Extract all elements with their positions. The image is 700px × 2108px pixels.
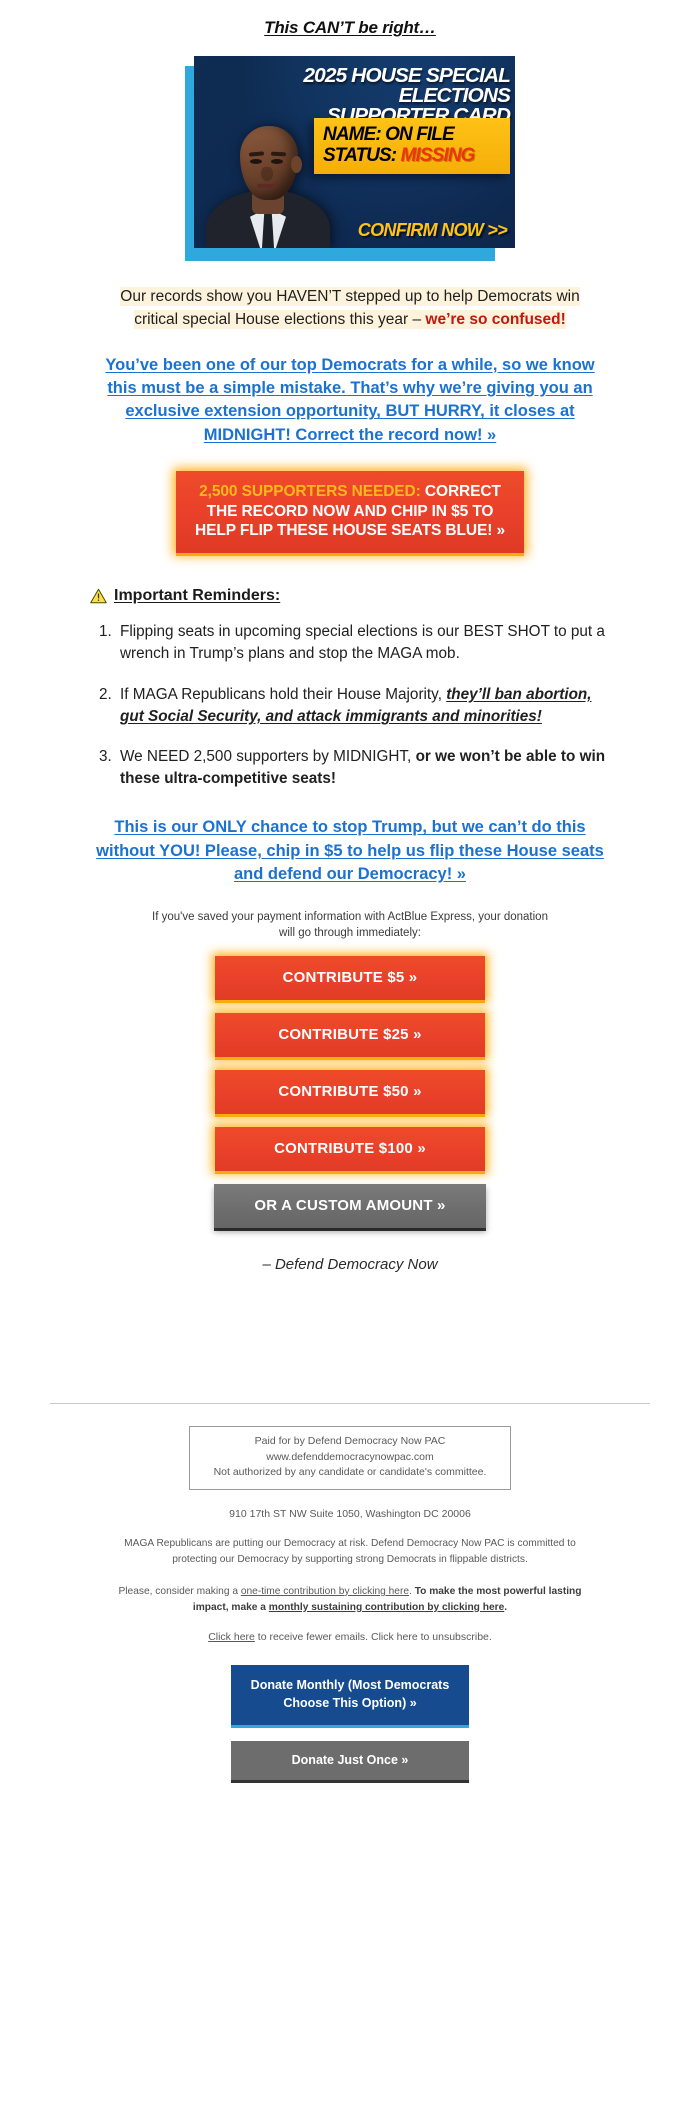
primary-cta-link[interactable]: You’ve been one of our top Democrats for… [90,354,610,448]
donation-amount-buttons: CONTRIBUTE $5 » CONTRIBUTE $25 » CONTRIB… [0,955,700,1228]
contribute-25-button[interactable]: CONTRIBUTE $25 » [215,1012,485,1057]
intro-line-1: Our records show you HAVEN’T stepped up … [120,287,580,306]
cta-amount-text: 2,500 SUPPORTERS NEEDED: [199,483,421,501]
intro-line-2-plain: critical special House elections this ye… [134,311,426,329]
portrait-head [240,126,302,200]
footer-divider [50,1402,650,1404]
cta-banner-wrap: 2,500 SUPPORTERS NEEDED: CORRECT THE REC… [0,471,700,554]
portrait-nose [261,167,273,181]
card-status-value: MISSING [400,145,476,167]
reminder-3-text: We NEED 2,500 supporters by MIDNIGHT, [120,748,416,765]
card-status-row: STATUS: MISSING [323,145,502,166]
donate-monthly-line-2: Choose This Option) » [283,1695,417,1710]
donate-monthly-line-1: Donate Monthly (Most Democrats [250,1678,450,1693]
card-name-row: NAME: ON FILE [323,124,455,145]
intro-paragraph: Our records show you HAVEN’T stepped up … [80,285,620,332]
donate-monthly-button[interactable]: Donate Monthly (Most Democrats Choose Th… [231,1665,469,1729]
footer-mission-text: MAGA Republicans are putting our Democra… [124,1538,576,1566]
important-reminders-section: Important Reminders: Flipping seats in u… [90,587,610,790]
contribute-50-button[interactable]: CONTRIBUTE $50 » [215,1069,485,1114]
email-page: This CAN’T be right… 2025 HOUSE SPECIAL … [0,0,700,2108]
signature: – Defend Democracy Now [262,1255,438,1273]
card-info-panel: NAME: ON FILE STATUS: MISSING [314,118,510,174]
hero-image-area: 2025 HOUSE SPECIAL ELECTIONS SUPPORTER C… [0,56,700,261]
card-title-line1: 2025 HOUSE SPECIAL ELECTIONS [303,64,511,108]
donate-once-button[interactable]: Donate Just Once » [231,1741,469,1784]
disclaimer-line-2: www.defenddemocracynowpac.com [266,1450,434,1463]
footer-donate-buttons: Donate Monthly (Most Democrats Choose Th… [0,1665,700,1801]
unsubscribe-text: to receive fewer emails. Click here to u… [254,1631,492,1644]
contribute-100-button[interactable]: CONTRIBUTE $100 » [215,1126,485,1171]
reminder-2-text: If MAGA Republicans hold their House Maj… [120,685,447,703]
one-time-contribution-link[interactable]: one-time contribution by clicking here [241,1586,409,1597]
contribute-5-button[interactable]: CONTRIBUTE $5 » [215,955,485,1000]
supporter-card-image[interactable]: 2025 HOUSE SPECIAL ELECTIONS SUPPORTER C… [185,56,515,261]
disclaimer-line-1: Paid for by Defend Democracy Now PAC [254,1434,446,1447]
list-item: We NEED 2,500 supporters by MIDNIGHT, or… [116,746,610,790]
reminder-1-text: Flipping seats in upcoming special elect… [120,623,605,663]
portrait-eye-right [271,159,283,164]
headline-text: This CAN’T be right… [264,18,436,37]
list-item: Flipping seats in upcoming special elect… [116,621,610,665]
intro-line-2-emphasis: we’re so confused! [425,311,566,329]
footer-contribution-ask: Please, consider making a one-time contr… [115,1584,585,1616]
list-item: If MAGA Republicans hold their House Maj… [116,684,610,728]
secondary-cta-link[interactable]: This is our ONLY chance to stop Trump, b… [90,816,610,886]
page-title: This CAN’T be right… [0,0,700,38]
portrait-brow-right [270,151,287,157]
portrait-brow-left [248,151,265,157]
ask-bold-end: . [504,1601,508,1613]
card-confirm-now-text[interactable]: CONFIRM NOW >> [358,220,508,241]
warning-triangle-icon [90,588,107,604]
custom-amount-button[interactable]: OR A CUSTOM AMOUNT » [214,1183,486,1228]
actblue-express-note: If you've saved your payment information… [135,909,565,942]
fewer-emails-link[interactable]: Click here [208,1631,255,1643]
email-preferences-links: Click here to receive fewer emails. Clic… [115,1631,585,1643]
card-status-label: STATUS: [323,145,397,167]
portrait-mouth [257,184,277,188]
portrait-ear [291,156,302,173]
reminders-heading: Important Reminders: [90,587,610,605]
reminders-heading-text: Important Reminders: [114,587,281,605]
supporters-needed-cta-button[interactable]: 2,500 SUPPORTERS NEEDED: CORRECT THE REC… [176,471,524,554]
paid-for-disclaimer-box: Paid for by Defend Democracy Now PAC www… [189,1425,511,1491]
ask-plain-1: Please, consider making a [118,1585,241,1597]
card-body: 2025 HOUSE SPECIAL ELECTIONS SUPPORTER C… [194,56,515,248]
reminders-list: Flipping seats in upcoming special elect… [90,621,610,790]
mailing-address: 910 17th ST NW Suite 1050, Washington DC… [229,1508,471,1521]
express-note-line-2: will go through immediately: [279,927,421,940]
express-note-line-1: If you've saved your payment information… [152,910,548,923]
portrait-eye-left [250,159,262,164]
disclaimer-line-3: Not authorized by any candidate or candi… [213,1466,487,1479]
intro-line-2: critical special House elections this ye… [134,310,566,330]
monthly-sustaining-link[interactable]: monthly sustaining contribution by click… [269,1602,504,1613]
